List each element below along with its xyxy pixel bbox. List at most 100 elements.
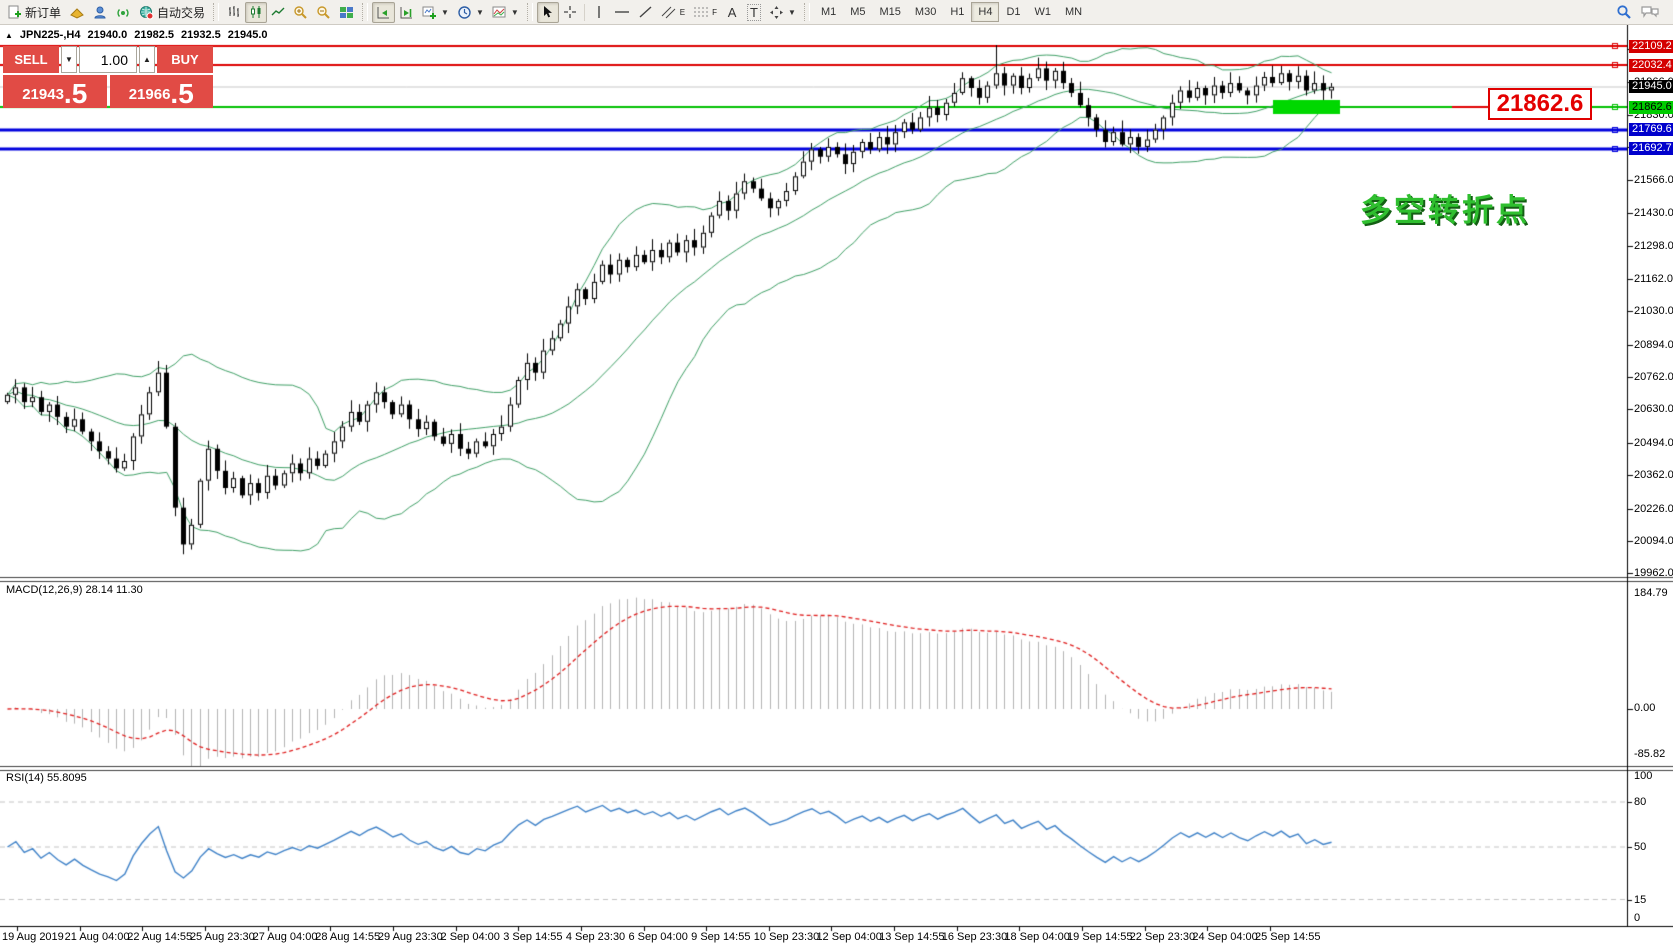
autotrading-button[interactable]: 自动交易	[135, 2, 209, 23]
bar-chart-icon	[227, 5, 241, 19]
rsi-axis-label: 50	[1634, 841, 1647, 853]
macd-label: MACD(12,26,9) 28.14 11.30	[6, 584, 143, 596]
tile-windows-button[interactable]	[335, 2, 358, 23]
ohlc-low: 21932.5	[181, 29, 221, 41]
text-label-tool-button[interactable]: T	[743, 2, 765, 23]
price-tick-label: 21162.0	[1634, 272, 1673, 285]
price-tag-annotation[interactable]: 21862.6	[1488, 88, 1592, 120]
autotrading-icon	[139, 5, 154, 20]
timeframe-button-m15[interactable]: M15	[873, 2, 908, 22]
horizontal-line-tool-button[interactable]	[610, 2, 634, 23]
volume-increase-button[interactable]: ▲	[139, 46, 155, 73]
auto-scroll-button[interactable]	[372, 1, 396, 23]
arrows-tool-button[interactable]: ▼	[765, 2, 800, 23]
rsi-label: RSI(14) 55.8095	[6, 772, 87, 784]
equidistant-channel-tool-button[interactable]: E	[657, 2, 689, 23]
buy-price-main: 21966	[128, 86, 171, 103]
fibonacci-tool-button[interactable]: F	[689, 2, 721, 23]
timeframe-button-h4[interactable]: H4	[971, 2, 1000, 22]
price-tick-label: 20362.0	[1634, 469, 1673, 482]
volume-input[interactable]: 1.00	[79, 46, 137, 73]
zoom-in-button[interactable]	[289, 2, 312, 23]
profiles-button[interactable]: ▼	[453, 2, 488, 23]
volume-decrease-button[interactable]: ▼	[61, 46, 77, 73]
bar-chart-mode-button[interactable]	[223, 2, 245, 23]
time-tick-label: 19 Aug 2019	[2, 931, 64, 943]
price-line-label: 22109.2	[1629, 39, 1673, 53]
timeframe-button-m30[interactable]: M30	[908, 2, 943, 22]
channel-icon	[661, 5, 677, 19]
timeframe-button-mn[interactable]: MN	[1058, 2, 1089, 22]
trendline-tool-button[interactable]	[634, 2, 657, 23]
search-icon[interactable]	[1616, 4, 1632, 20]
trendline-icon	[638, 5, 653, 19]
time-tick-label: 24 Sep 04:00	[1192, 931, 1258, 943]
one-click-trading-panel: SELL ▼ 1.00 ▲ BUY 21943 .5 21966 .5	[3, 46, 213, 108]
vertical-line-tool-button[interactable]	[588, 2, 610, 23]
price-tick-label: 20630.0	[1634, 403, 1673, 416]
time-tick-label: 19 Sep 14:55	[1067, 931, 1133, 943]
crosshair-tool-button[interactable]	[559, 2, 581, 23]
cursor-tool-button[interactable]	[536, 1, 559, 23]
sell-button[interactable]: SELL	[3, 46, 59, 73]
price-tick-label: 20226.0	[1634, 502, 1673, 515]
timeframe-group: M1 M5 M15 M30 H1 H4 D1 W1 MN	[814, 2, 1089, 22]
time-tick-label: 10 Sep 23:30	[753, 931, 820, 943]
signal-icon	[116, 5, 131, 20]
profile-icon	[93, 5, 108, 20]
new-chart-button[interactable]: ▼	[418, 2, 453, 23]
chart-canvas[interactable]	[0, 0, 1673, 947]
buy-button[interactable]: BUY	[157, 46, 213, 73]
chart-shift-button[interactable]	[395, 2, 418, 23]
time-tick-label: 4 Sep 23:30	[565, 931, 626, 943]
dropdown-caret-icon[interactable]: ▼	[511, 8, 519, 17]
price-tick-label: 20494.0	[1634, 436, 1673, 449]
price-line-label: 21862.6	[1629, 100, 1673, 114]
timeframe-button-d1[interactable]: D1	[999, 2, 1027, 22]
timeframe-button-m5[interactable]: M5	[843, 2, 872, 22]
timeframe-button-h1[interactable]: H1	[943, 2, 971, 22]
ohlc-close: 21945.0	[227, 29, 268, 41]
buy-price-display[interactable]: 21966 .5	[109, 75, 213, 108]
macd-axis-label: 184.79	[1634, 587, 1668, 599]
arrows-icon	[769, 5, 784, 20]
gold-chart-icon	[69, 5, 85, 19]
new-chart-icon	[422, 5, 437, 20]
time-tick-label: 27 Aug 04:00	[252, 931, 318, 943]
autotrading-label: 自动交易	[157, 5, 206, 20]
market-watch-button[interactable]	[65, 2, 89, 23]
zoom-out-button[interactable]	[312, 2, 335, 23]
sell-price-display[interactable]: 21943 .5	[3, 75, 107, 108]
price-tick-label: 21566.0	[1634, 173, 1673, 186]
price-line-label: 21945.0	[1629, 80, 1673, 94]
ohlc-open: 21940.0	[87, 29, 128, 41]
horizontal-line-icon	[614, 5, 630, 19]
data-window-button[interactable]	[89, 2, 112, 23]
candlestick-mode-button[interactable]	[245, 1, 268, 23]
symbol-info-bar: ▲ JPN225-,H4 21940.0 21982.5 21932.5 219…	[5, 29, 268, 41]
indicators-button[interactable]: ▼	[488, 2, 523, 23]
timeframe-button-m1[interactable]: M1	[814, 2, 843, 22]
vertical-line-icon	[593, 5, 605, 19]
time-tick-label: 3 Sep 14:55	[503, 931, 563, 943]
collapse-panel-icon[interactable]: ▲	[5, 31, 13, 40]
price-tick-label: 20894.0	[1634, 338, 1673, 351]
main-toolbar: 新订单 自动交易 ▼ ▼ ▼ E F A T ▼ M1 M5 M15 M30 H1 H4 D…	[0, 0, 1673, 25]
text-tool-button[interactable]: A	[721, 2, 743, 23]
label-tool-letter: T	[747, 3, 761, 21]
price-line-label: 22032.4	[1629, 58, 1673, 72]
dropdown-caret-icon[interactable]: ▼	[476, 8, 484, 17]
signals-button[interactable]	[112, 2, 135, 23]
new-order-button[interactable]: 新订单	[3, 2, 65, 23]
chat-icon[interactable]	[1640, 4, 1660, 20]
rsi-axis-label: 100	[1634, 770, 1653, 782]
line-chart-mode-button[interactable]	[267, 2, 289, 23]
toolbar-grip	[213, 3, 220, 21]
timeframe-button-w1[interactable]: W1	[1028, 2, 1059, 22]
time-tick-label: 18 Sep 04:00	[1004, 931, 1070, 943]
price-tick-label: 20762.0	[1634, 371, 1673, 384]
dropdown-caret-icon[interactable]: ▼	[788, 8, 796, 17]
dropdown-caret-icon[interactable]: ▼	[441, 8, 449, 17]
ohlc-high: 21982.5	[134, 29, 174, 41]
turning-point-annotation[interactable]: 多空转折点	[1360, 185, 1530, 230]
